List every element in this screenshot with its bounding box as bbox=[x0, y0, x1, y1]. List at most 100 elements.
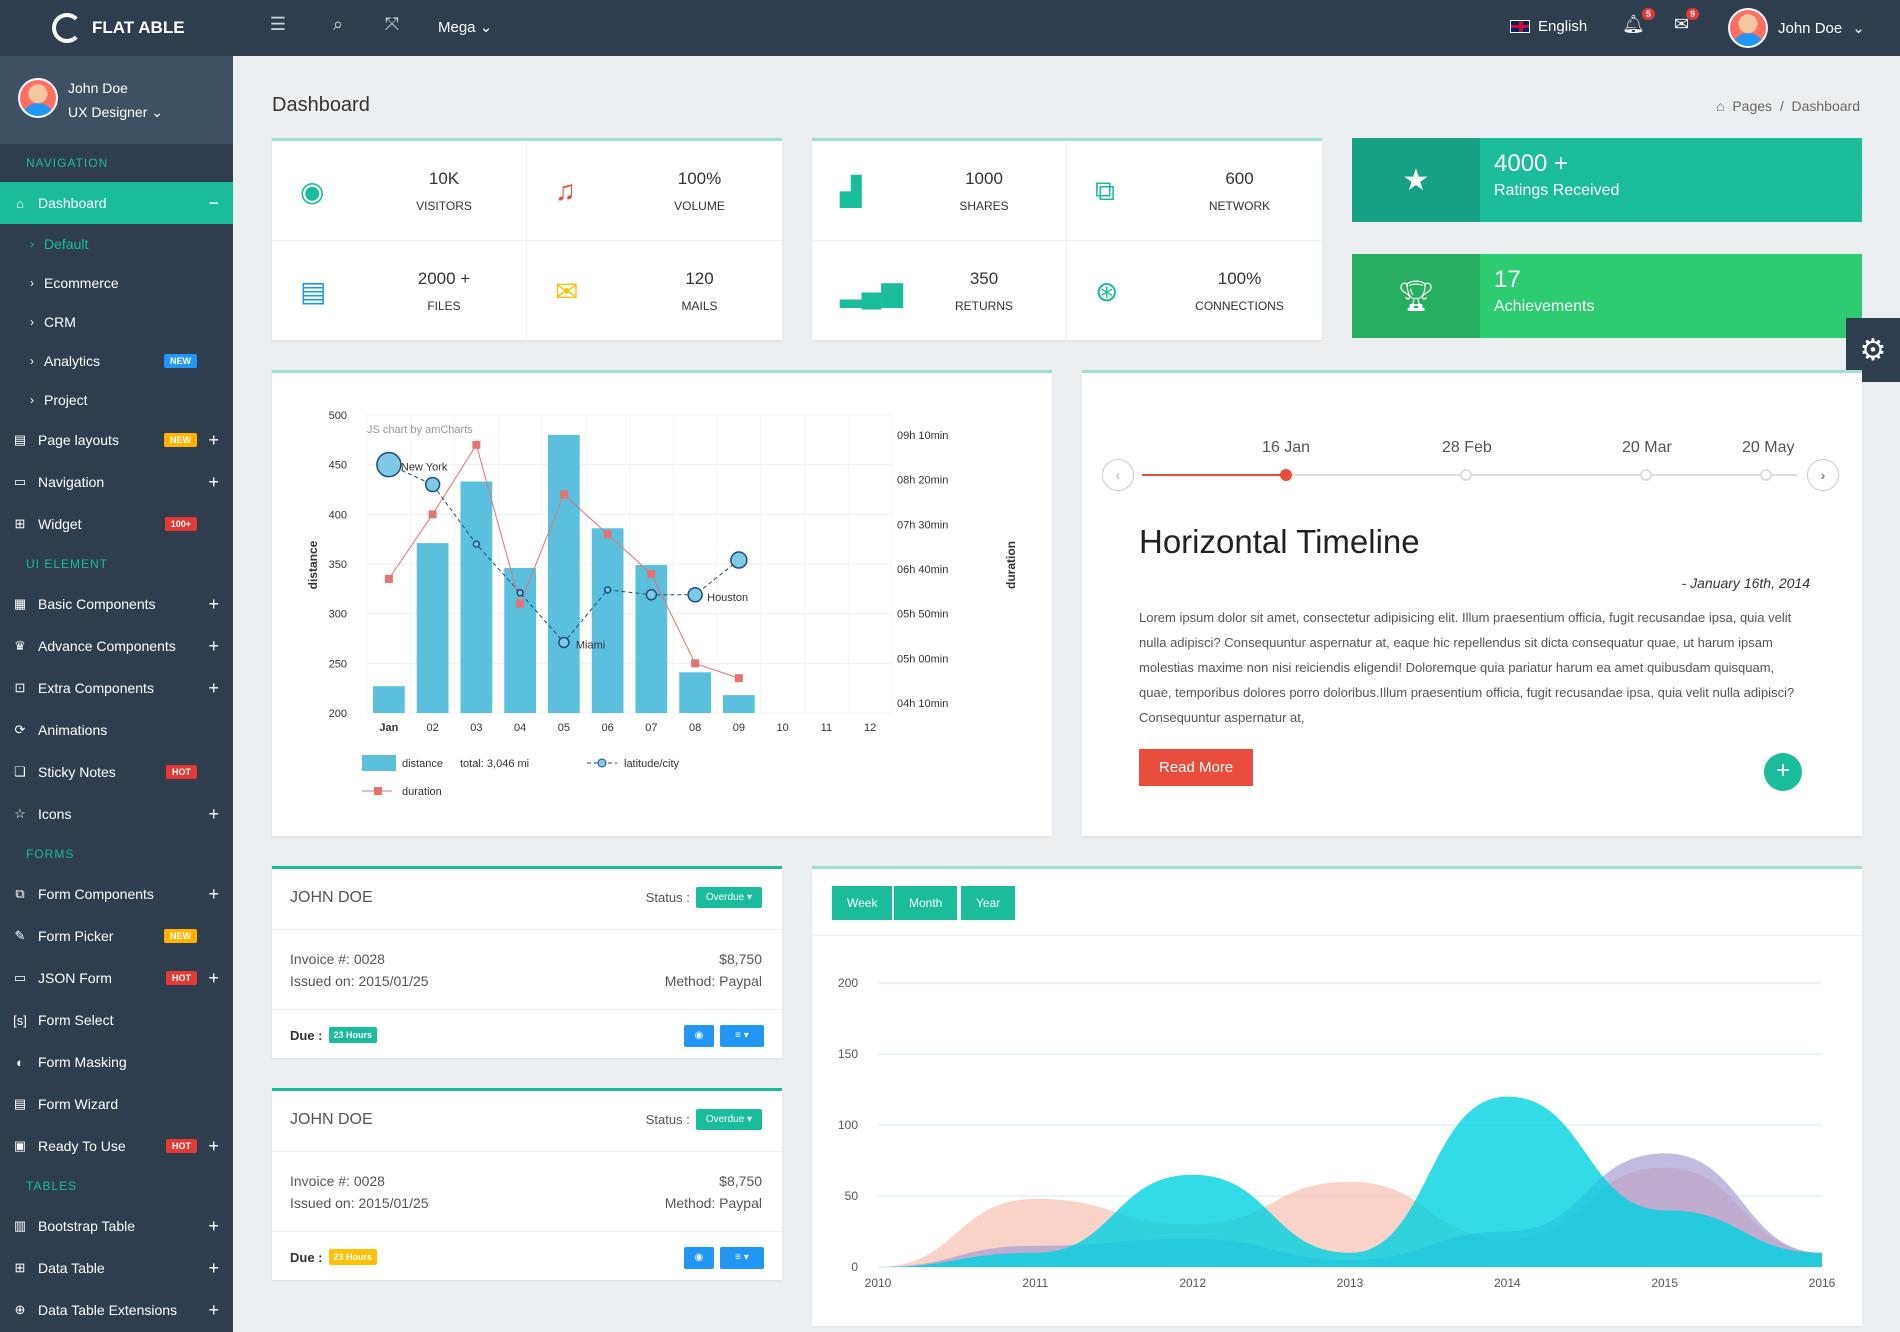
status-dropdown[interactable]: Overdue ▾ bbox=[695, 1109, 762, 1130]
notes-icon: ❏ bbox=[14, 764, 26, 779]
sidebar-item-label: Widget bbox=[38, 516, 82, 532]
sidebar-item-sticky-notes[interactable]: ❏ Sticky Notes HOT bbox=[0, 751, 233, 793]
sidebar-item-dashboard[interactable]: ⌂ Dashboard − bbox=[0, 182, 233, 224]
sidebar-item-label: Sticky Notes bbox=[38, 764, 116, 780]
x-tick-label: 03 bbox=[470, 722, 482, 734]
list-icon: ≡ ▾ bbox=[735, 1030, 749, 1041]
language-selector[interactable]: English bbox=[1510, 18, 1587, 35]
sidebar-item-basic-components[interactable]: ▦ Basic Components + bbox=[0, 583, 233, 625]
sidebar-item-label: JSON Form bbox=[38, 970, 112, 986]
fullscreen-icon[interactable]: ⤧ bbox=[378, 14, 406, 35]
timeline-dot[interactable] bbox=[1460, 469, 1472, 481]
invoice-card-2: JOHN DOE Status : Overdue ▾ Invoice #: 00… bbox=[272, 1088, 782, 1280]
legend-value: total: 3,046 mi bbox=[460, 758, 529, 770]
bar bbox=[635, 564, 668, 713]
tab-year[interactable]: Year bbox=[961, 886, 1016, 920]
search-icon[interactable]: ⌕ bbox=[324, 14, 352, 35]
brand-logo[interactable]: FLAT ABLE bbox=[52, 13, 185, 43]
read-more-button[interactable]: Read More bbox=[1139, 749, 1254, 786]
view-button[interactable]: ◉ bbox=[684, 1247, 714, 1269]
user-menu[interactable]: John Doe ⌄ bbox=[1728, 8, 1865, 48]
sidebar-item-extra-components[interactable]: ⊡ Extra Components + bbox=[0, 667, 233, 709]
timeline-date-3[interactable]: 20 Mar bbox=[1622, 439, 1672, 457]
sidebar-item-advance-components[interactable]: ♛ Advance Components + bbox=[0, 625, 233, 667]
breadcrumb-pages[interactable]: Pages bbox=[1732, 98, 1772, 114]
x-tick-label: 09 bbox=[733, 722, 745, 734]
sidebar-profile[interactable]: John Doe UX Designer ⌄ bbox=[0, 56, 233, 144]
sidebar-item-json-form[interactable]: ▭ JSON Form HOT + bbox=[0, 957, 233, 999]
sidebar-item-page-layouts[interactable]: ▤ Page layouts NEW + bbox=[0, 419, 233, 461]
view-button[interactable]: ◉ bbox=[684, 1025, 714, 1047]
sidebar-item-form-masking[interactable]: ◐ Form Masking bbox=[0, 1041, 233, 1083]
home-icon[interactable]: ⌂ bbox=[1716, 98, 1724, 114]
timeline-dot-active[interactable] bbox=[1280, 469, 1292, 481]
sidebar-item-form-components[interactable]: ⧉ Form Components + bbox=[0, 873, 233, 915]
stat-label: VOLUME bbox=[674, 199, 725, 213]
area-chart: 0 50 100 150 200 2010 2011 2012 2013 2014 2015 2016 bbox=[838, 976, 1836, 1290]
breadcrumb: ⌂ Pages / Dashboard bbox=[1716, 98, 1860, 114]
y-axis-label: distance bbox=[306, 540, 320, 589]
chevron-right-icon: › bbox=[30, 314, 34, 329]
y2-tick-label: 09h 10min bbox=[897, 430, 948, 442]
messages-button[interactable]: ✉ 9 bbox=[1674, 8, 1700, 35]
x-tick-label: 2012 bbox=[1179, 1276, 1206, 1290]
invoice-due: Due : 23 Hours bbox=[290, 1027, 378, 1043]
bar bbox=[548, 434, 580, 713]
plus-icon: + bbox=[208, 677, 219, 698]
timeline-dot[interactable] bbox=[1640, 469, 1652, 481]
sidebar-item-widget[interactable]: ⊞ Widget 100+ bbox=[0, 503, 233, 545]
sidebar-sub-ecommerce[interactable]: › Ecommerce bbox=[0, 263, 233, 302]
x-tick-label: 2010 bbox=[865, 1276, 892, 1290]
duration-point bbox=[428, 510, 437, 519]
grid-icon: ▦ bbox=[13, 596, 27, 611]
stat-shares: ▟ 1000 SHARES bbox=[812, 141, 1067, 241]
notifications-button[interactable]: 🔔︎ 5 bbox=[1622, 8, 1655, 35]
plus-icon: + bbox=[208, 1135, 219, 1156]
menu-dropdown-button[interactable]: ≡ ▾ bbox=[720, 1025, 764, 1047]
sidebar-sub-default[interactable]: › Default bbox=[0, 224, 233, 263]
sidebar-item-data-table[interactable]: ⊞ Data Table + bbox=[0, 1247, 233, 1289]
legend-marker-distance bbox=[362, 755, 396, 771]
timeline-date-4[interactable]: 20 May bbox=[1742, 439, 1794, 457]
mega-menu[interactable]: Mega ⌄ bbox=[438, 18, 492, 36]
profile-role[interactable]: UX Designer ⌄ bbox=[68, 104, 163, 121]
menu-toggle-icon[interactable]: ☰ bbox=[264, 14, 292, 35]
y2-tick-label: 08h 20min bbox=[897, 475, 948, 487]
user-name: John Doe bbox=[1778, 19, 1843, 37]
tab-month[interactable]: Month bbox=[894, 886, 958, 920]
sidebar-item-form-wizard[interactable]: ▤ Form Wizard bbox=[0, 1083, 233, 1125]
sidebar-item-label: Animations bbox=[38, 722, 108, 738]
crown-icon: ♛ bbox=[14, 638, 26, 653]
tab-week[interactable]: Week bbox=[832, 886, 893, 920]
sidebar-item-animations[interactable]: ⟳ Animations bbox=[0, 709, 233, 751]
timeline-date-1[interactable]: 16 Jan bbox=[1262, 439, 1310, 457]
section-ui-element: UI ELEMENT bbox=[26, 557, 109, 571]
sidebar-item-ready-to-use[interactable]: ▣ Ready To Use HOT + bbox=[0, 1125, 233, 1167]
sidebar-item-navigation[interactable]: ▭ Navigation + bbox=[0, 461, 233, 503]
timeline-dot[interactable] bbox=[1760, 469, 1772, 481]
timeline-next-button[interactable]: › bbox=[1807, 459, 1839, 491]
sidebar-item-form-select[interactable]: [s] Form Select bbox=[0, 999, 233, 1041]
avatar bbox=[18, 78, 58, 118]
stat-returns: ▂▄▆ 350 RETURNS bbox=[812, 241, 1067, 341]
invoice-name: JOHN DOE bbox=[290, 889, 373, 906]
menu-dropdown-button[interactable]: ≡ ▾ bbox=[720, 1247, 764, 1269]
duration-point bbox=[734, 674, 743, 683]
status-dropdown[interactable]: Overdue ▾ bbox=[695, 887, 762, 908]
ratings-tile: ★ 4000 + Ratings Received bbox=[1352, 138, 1862, 222]
star-icon: ★ bbox=[1352, 138, 1480, 222]
sidebar-sub-project[interactable]: › Project bbox=[0, 380, 233, 419]
divider bbox=[272, 929, 782, 930]
x-tick-label: 02 bbox=[427, 722, 439, 734]
timeline-date-2[interactable]: 28 Feb bbox=[1442, 439, 1492, 457]
sidebar-item-form-picker[interactable]: ✎ Form Picker NEW bbox=[0, 915, 233, 957]
sidebar-sub-analytics[interactable]: › Analytics NEW bbox=[0, 341, 233, 380]
sidebar-item-icons[interactable]: ☆ Icons + bbox=[0, 793, 233, 835]
duration-point bbox=[516, 599, 525, 608]
sidebar-item-data-table-extensions[interactable]: ⊕ Data Table Extensions + bbox=[0, 1289, 233, 1331]
timeline-prev-button[interactable]: ‹ bbox=[1102, 459, 1134, 491]
sidebar-item-bootstrap-table[interactable]: ▥ Bootstrap Table + bbox=[0, 1205, 233, 1247]
sidebar-sub-crm[interactable]: › CRM bbox=[0, 302, 233, 341]
sidebar-sub-label: Default bbox=[44, 235, 89, 252]
add-button[interactable]: + bbox=[1764, 753, 1802, 791]
